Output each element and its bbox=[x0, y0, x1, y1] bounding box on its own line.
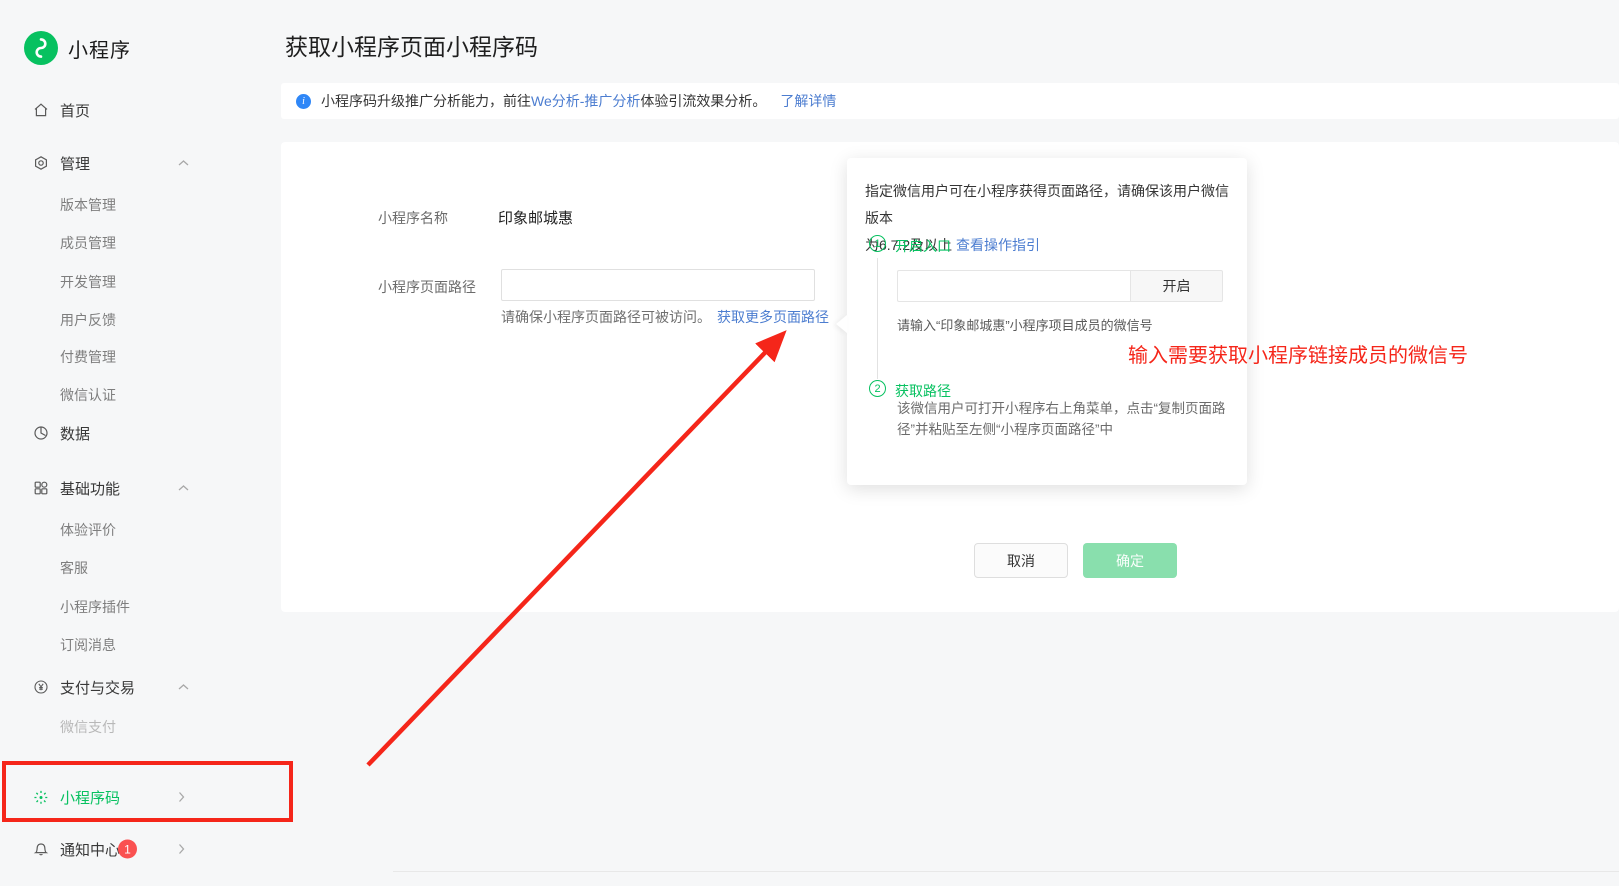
home-icon bbox=[33, 102, 49, 118]
sidebar-item-data[interactable]: 数据 bbox=[0, 418, 281, 448]
app-logo-row: 小程序 bbox=[24, 31, 131, 65]
banner-text-before: 小程序码升级推广分析能力，前往 bbox=[321, 91, 531, 111]
sidebar-item-dev-manage[interactable]: 开发管理 bbox=[0, 267, 281, 297]
sidebar-item-member-manage[interactable]: 成员管理 bbox=[0, 228, 281, 258]
sidebar-item-plugins[interactable]: 小程序插件 bbox=[0, 592, 281, 622]
learn-more-link[interactable]: 了解详情 bbox=[780, 91, 836, 111]
popover-caret-icon bbox=[836, 315, 847, 333]
sidebar-item-subscribe-message[interactable]: 订阅消息 bbox=[0, 630, 281, 660]
cancel-button[interactable]: 取消 bbox=[974, 543, 1068, 578]
step1-hint: 请输入“印象邮城惠”小程序项目成员的微信号 bbox=[897, 315, 1153, 334]
minicode-icon bbox=[33, 789, 49, 805]
open-button[interactable]: 开启 bbox=[1130, 270, 1223, 302]
wechat-id-input[interactable] bbox=[897, 270, 1130, 302]
page-path-input[interactable] bbox=[501, 269, 815, 301]
chevron-right-icon bbox=[178, 844, 185, 855]
sidebar: 小程序 首页 管理 版本管理 成员管理 开发管理 用户反馈 付费管理 微信认证 … bbox=[0, 0, 281, 886]
data-icon bbox=[33, 425, 49, 441]
wechat-miniprogram-console: { "colors": { "accent_green": "#07c160",… bbox=[0, 0, 1619, 886]
basic-functions-icon bbox=[33, 480, 49, 496]
chevron-right-icon bbox=[178, 792, 185, 803]
step-connector bbox=[877, 258, 878, 379]
operation-guide-link[interactable]: 查看操作指引 bbox=[956, 237, 1040, 253]
bottom-divider bbox=[393, 871, 1619, 872]
sidebar-item-wechat-verify[interactable]: 微信认证 bbox=[0, 380, 281, 410]
step2-description: 该微信用户可打开小程序右上角菜单，点击“复制页面路径”并粘贴至左侧“小程序页面路… bbox=[897, 398, 1249, 440]
notification-badge: 1 bbox=[118, 840, 137, 859]
get-path-popover: 指定微信用户可在小程序获得页面路径，请确保该用户微信版本 为6.7.2及以上 查… bbox=[847, 158, 1247, 485]
sidebar-item-experience-review[interactable]: 体验评价 bbox=[0, 515, 281, 545]
sidebar-item-version-manage[interactable]: 版本管理 bbox=[0, 190, 281, 220]
get-more-paths-link[interactable]: 获取更多页面路径 bbox=[717, 309, 829, 325]
page-title: 获取小程序页面小程序码 bbox=[285, 28, 538, 62]
sidebar-group-basic-functions[interactable]: 基础功能 bbox=[0, 473, 281, 503]
step1-title: 开启入口 bbox=[895, 236, 951, 256]
miniprogram-name-value: 印象邮城惠 bbox=[498, 207, 573, 228]
page-path-label: 小程序页面路径 bbox=[378, 277, 476, 297]
sidebar-item-home[interactable]: 首页 bbox=[0, 95, 281, 125]
step2-number: 2 bbox=[869, 380, 886, 397]
sidebar-group-payment[interactable]: 支付与交易 bbox=[0, 672, 281, 702]
step1-number: 1 bbox=[869, 235, 886, 252]
sidebar-group-manage[interactable]: 管理 bbox=[0, 148, 281, 178]
chevron-up-icon bbox=[178, 684, 189, 691]
bell-icon bbox=[33, 841, 49, 857]
sidebar-item-minicode[interactable]: 小程序码 bbox=[0, 782, 281, 812]
miniprogram-logo-icon bbox=[24, 31, 58, 65]
app-title: 小程序 bbox=[68, 34, 131, 63]
sidebar-item-paid-manage[interactable]: 付费管理 bbox=[0, 342, 281, 372]
miniprogram-name-label: 小程序名称 bbox=[378, 208, 448, 228]
page-path-hint: 请确保小程序页面路径可被访问。获取更多页面路径 bbox=[501, 307, 829, 327]
sidebar-item-user-feedback[interactable]: 用户反馈 bbox=[0, 305, 281, 335]
chevron-up-icon bbox=[178, 160, 189, 167]
sidebar-item-notification-center[interactable]: 通知中心 1 bbox=[0, 834, 281, 864]
we-analysis-link[interactable]: We分析-推广分析 bbox=[531, 91, 640, 111]
confirm-button[interactable]: 确定 bbox=[1083, 543, 1177, 578]
chevron-up-icon bbox=[178, 485, 189, 492]
banner-text-after: 体验引流效果分析。 bbox=[640, 91, 766, 111]
payment-icon bbox=[33, 679, 49, 695]
sidebar-item-wechat-pay[interactable]: 微信支付 bbox=[0, 712, 281, 742]
sidebar-item-customer-service[interactable]: 客服 bbox=[0, 553, 281, 583]
info-banner: i 小程序码升级推广分析能力，前往We分析-推广分析体验引流效果分析。 了解详情 bbox=[281, 83, 1619, 119]
info-icon: i bbox=[296, 94, 311, 109]
manage-icon bbox=[33, 155, 49, 171]
annotation-note: 输入需要获取小程序链接成员的微信号 bbox=[1128, 339, 1468, 368]
